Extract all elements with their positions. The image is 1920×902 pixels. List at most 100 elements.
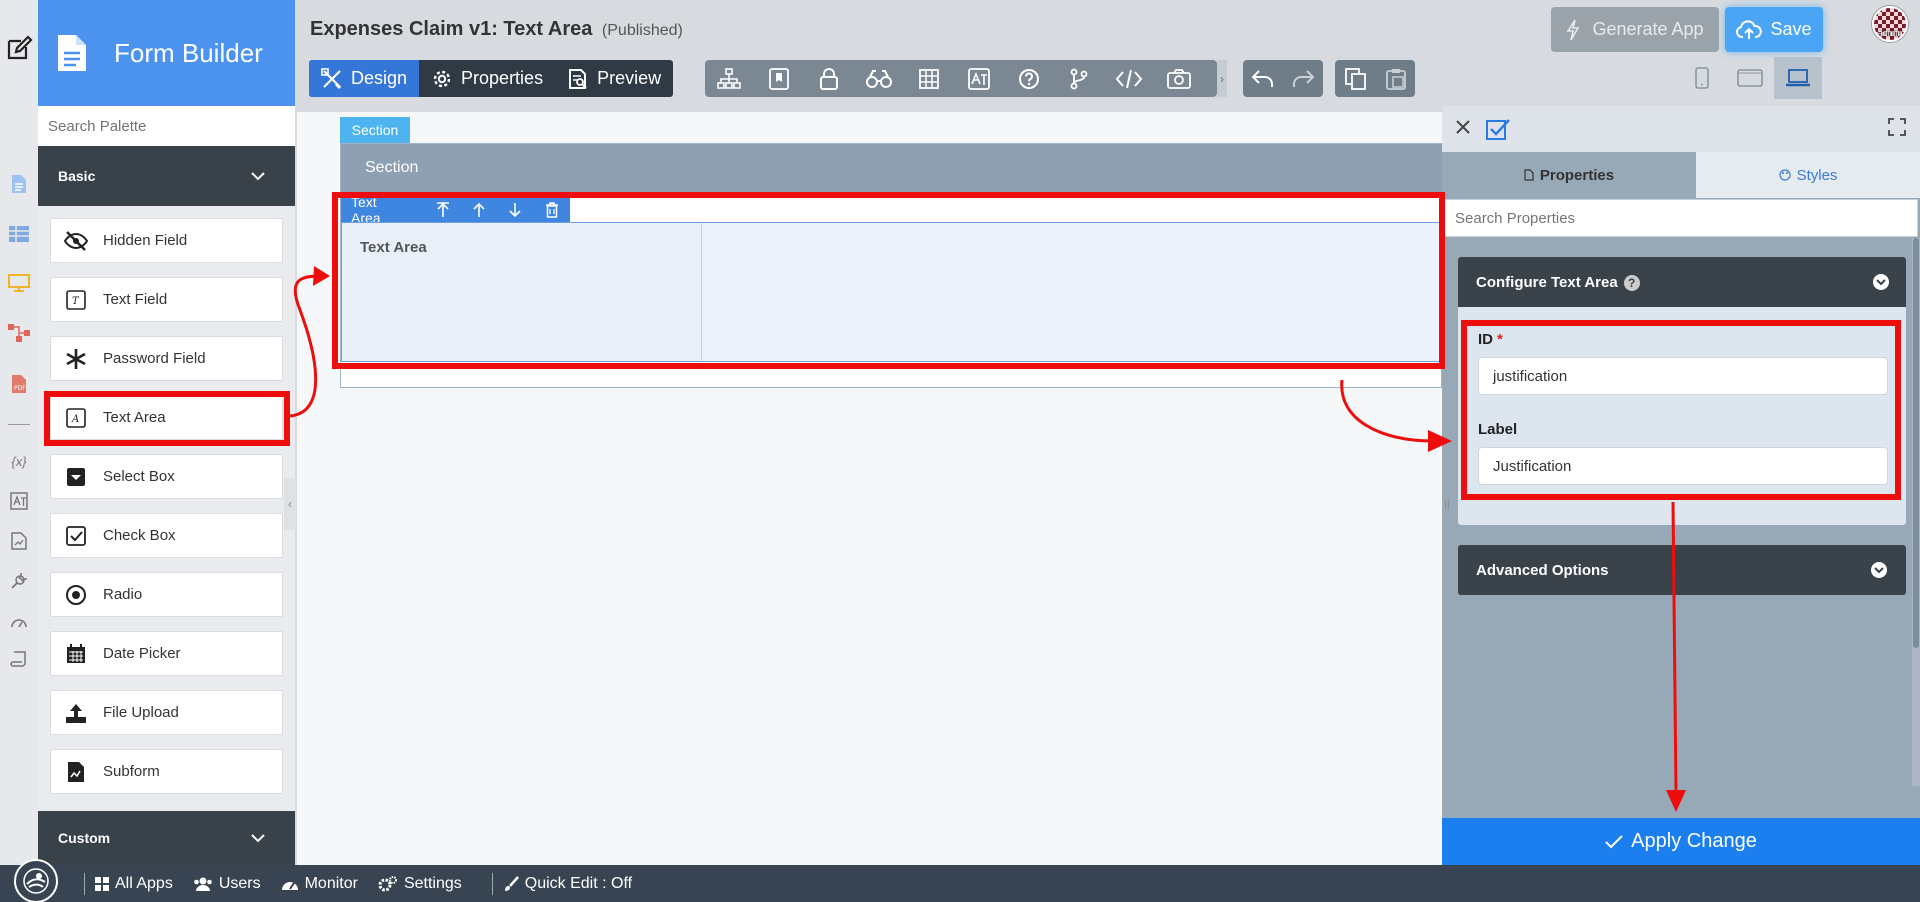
left-icon-rail: PDF {x}: [0, 0, 38, 865]
help-icon[interactable]: ?: [1623, 274, 1640, 291]
palette-item-file-upload[interactable]: File Upload: [50, 690, 283, 735]
expand-icon[interactable]: [1888, 118, 1906, 136]
monitor-link[interactable]: Monitor: [281, 875, 358, 893]
move-to-parent-icon[interactable]: [424, 202, 460, 218]
tab-preview[interactable]: Preview: [555, 60, 673, 97]
tab-styles[interactable]: Styles: [1696, 152, 1920, 198]
pdf-icon[interactable]: PDF: [8, 373, 30, 395]
advanced-title: Advanced Options: [1476, 561, 1609, 579]
edit-icon[interactable]: [5, 34, 33, 62]
branch-icon[interactable]: [1063, 64, 1095, 94]
tab-design[interactable]: Design: [309, 60, 420, 97]
translate-icon[interactable]: [8, 490, 30, 512]
plugin-icon[interactable]: [8, 570, 30, 592]
variable-icon[interactable]: {x}: [8, 450, 30, 472]
palette-item-text-field[interactable]: T Text Field: [50, 277, 283, 322]
component-palette: Form Builder Basic Hidden Field T Text F…: [38, 0, 295, 865]
configure-header[interactable]: Configure Text Area?: [1458, 257, 1906, 307]
palette-item-text-area[interactable]: A Text Area: [50, 395, 283, 440]
copy-icon[interactable]: [1344, 67, 1367, 90]
palette-item-label: File Upload: [103, 704, 179, 721]
settings-link[interactable]: Settings: [378, 875, 462, 893]
palette-item-subform[interactable]: Subform: [50, 749, 283, 794]
palette-icon: [1778, 169, 1791, 181]
app-title: Form Builder: [114, 37, 263, 68]
close-icon[interactable]: [1454, 118, 1472, 136]
tab-label: Preview: [597, 68, 662, 88]
chevron-circle-down-icon: [1872, 273, 1890, 291]
sitemap-icon[interactable]: [713, 64, 745, 94]
palette-item-date-picker[interactable]: Date Picker: [50, 631, 283, 676]
palette-search-input[interactable]: [38, 106, 295, 146]
bottom-bar: All Apps Users Monitor Settings Quick Ed…: [0, 858, 1920, 902]
scroll-icon[interactable]: [8, 648, 30, 670]
check-square-icon[interactable]: [1486, 118, 1510, 140]
element-toolbar: Text Area: [341, 194, 570, 226]
paintbrush-icon: [503, 875, 519, 892]
table-icon[interactable]: [913, 64, 945, 94]
link-label: Settings: [403, 874, 462, 892]
move-down-icon[interactable]: [497, 202, 533, 218]
laptop-icon[interactable]: [1774, 57, 1822, 99]
list-icon[interactable]: [8, 223, 30, 245]
logo-icon[interactable]: [14, 858, 58, 902]
link-label: Users: [218, 874, 261, 892]
process-icon[interactable]: [8, 322, 30, 344]
palette-item-select-box[interactable]: Select Box: [50, 454, 283, 499]
code-icon[interactable]: [1113, 64, 1145, 94]
dashboard-icon[interactable]: [8, 610, 30, 632]
monitor-icon[interactable]: [8, 272, 30, 294]
help-icon[interactable]: [1013, 64, 1045, 94]
properties-scrollbar[interactable]: [1912, 238, 1920, 786]
select-box-icon: [63, 464, 89, 490]
users-link[interactable]: Users: [193, 875, 261, 893]
configure-section: Configure Text Area? ID * justification L…: [1458, 257, 1906, 525]
language-icon[interactable]: [963, 64, 995, 94]
move-up-icon[interactable]: [461, 202, 497, 218]
redo-icon[interactable]: [1291, 69, 1315, 89]
text-area-preview[interactable]: [702, 223, 1441, 361]
id-input[interactable]: justification: [1478, 357, 1888, 395]
all-apps-link[interactable]: All Apps: [95, 875, 173, 893]
undo-icon[interactable]: [1251, 69, 1275, 89]
link-label: All Apps: [115, 874, 173, 892]
subform-icon: [63, 759, 89, 785]
palette-item-hidden-field[interactable]: Hidden Field: [50, 218, 283, 263]
camera-icon[interactable]: [1163, 64, 1195, 94]
tab-properties[interactable]: Properties: [419, 60, 555, 97]
bookmark-icon[interactable]: [763, 64, 795, 94]
resize-handle-icon[interactable]: ||: [1443, 480, 1451, 528]
chevron-right-icon[interactable]: ›: [1217, 60, 1227, 97]
palette-item-radio[interactable]: Radio: [50, 572, 283, 617]
generate-app-button[interactable]: Generate App: [1551, 7, 1719, 52]
palette-category-basic[interactable]: Basic: [38, 146, 295, 206]
section-tab[interactable]: Section: [340, 117, 410, 143]
tab-properties-panel[interactable]: Properties: [1442, 152, 1696, 198]
text-area-element[interactable]: Text Area: [341, 222, 1442, 362]
mobile-icon[interactable]: [1678, 57, 1726, 99]
form-title: Expenses Claim v1: Text Area (Published): [310, 18, 683, 41]
save-button[interactable]: Save: [1725, 7, 1823, 52]
section-header[interactable]: Section: [341, 144, 1442, 192]
form-icon[interactable]: [8, 173, 30, 195]
paste-icon[interactable]: [1385, 68, 1406, 90]
label-input[interactable]: Justification: [1478, 447, 1888, 485]
tablet-icon[interactable]: [1726, 57, 1774, 99]
properties-search-input[interactable]: [1444, 199, 1918, 237]
upload-icon: [63, 700, 89, 726]
chevron-left-icon[interactable]: ‹: [284, 478, 296, 530]
binoculars-icon[interactable]: [863, 64, 895, 94]
avatar[interactable]: admin: [1872, 6, 1908, 42]
apply-change-button[interactable]: Apply Change: [1442, 818, 1920, 865]
quick-edit-toggle[interactable]: Quick Edit : Off: [503, 875, 632, 893]
advanced-options-header[interactable]: Advanced Options: [1458, 545, 1906, 595]
report-icon[interactable]: [8, 530, 30, 552]
palette-category-custom[interactable]: Custom: [38, 811, 295, 865]
publish-status: (Published): [601, 22, 683, 39]
lock-icon[interactable]: [813, 64, 845, 94]
scrollbar-thumb[interactable]: [1913, 238, 1919, 648]
trash-icon[interactable]: [534, 202, 570, 218]
device-preview-switcher: [1678, 57, 1822, 99]
palette-item-check-box[interactable]: Check Box: [50, 513, 283, 558]
palette-item-password-field[interactable]: Password Field: [50, 336, 283, 381]
